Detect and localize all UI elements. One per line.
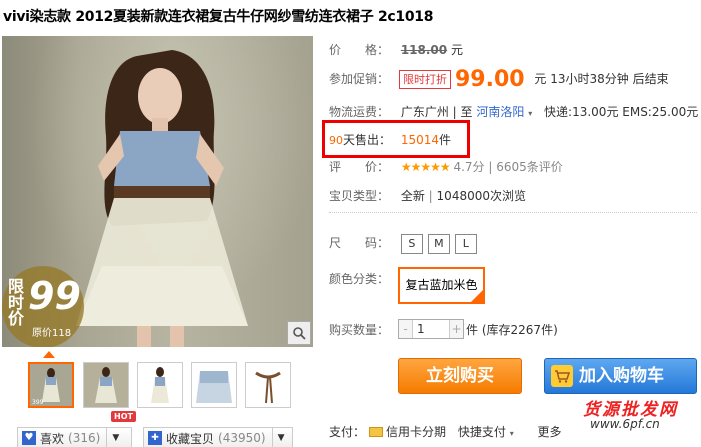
thumbnail-4[interactable] [191,362,237,408]
credit-card-icon [369,427,384,437]
add-to-cart-button[interactable]: 加入购物车 [544,358,697,394]
review-count[interactable]: 6605条评价 [496,160,563,174]
promo-tag: 限时打折 [399,70,451,89]
quantity-decrease[interactable]: - [399,320,413,338]
price-row: 价 格： 118.00 元 [329,43,463,57]
collect-button[interactable]: ✚ 收藏宝贝 (43950) ▼ [143,427,293,447]
quantity-stepper[interactable]: - 1 + [398,319,464,339]
color-option-selected[interactable]: 复古蓝加米色 [398,267,485,304]
sold-count: 15014 [400,133,440,147]
rating-stars: ★★★★★ [400,160,451,174]
rating-row: 评 价： ★★★★★ 4.7分 | 6605条评价 [329,160,563,174]
type-row: 宝贝类型： 全新 | 1048000次浏览 [329,189,526,203]
quantity-input[interactable]: 1 [417,320,425,338]
thumbnail-5[interactable] [245,362,291,408]
shipping-row: 物流运费： 广东广州 | 至 河南洛阳 ▾ 快递:13.00元 EMS:25.0… [329,105,699,119]
size-option-m[interactable]: M [427,234,450,254]
original-price: 118.00 [400,43,448,57]
chevron-down-icon[interactable]: ▾ [510,429,514,438]
heart-icon: ♥ [22,431,36,445]
size-row: 尺 码： SML [329,234,482,254]
svg-text:399: 399 [32,399,44,406]
hot-badge: HOT [111,411,136,422]
chevron-down-icon[interactable]: ▾ [528,109,532,118]
chevron-down-icon[interactable]: ▼ [271,428,290,447]
zoom-icon[interactable] [287,321,311,345]
divider [329,212,697,213]
size-option-s[interactable]: S [400,234,423,254]
main-product-image[interactable]: 限时价 99 原价118 [2,36,313,347]
chevron-down-icon[interactable]: ▼ [106,428,124,447]
buy-now-button[interactable]: 立刻购买 [398,358,522,394]
ship-to-select[interactable]: 河南洛阳 [476,105,524,119]
promo-price: 99.00 [455,67,525,92]
quantity-row: 购买数量： [329,323,390,337]
stock-info: 件 (库存2267件) [466,323,558,337]
countdown: 13小时38分钟 后结束 [550,72,669,86]
promo-row: 参加促销： 限时打折 99.00 元 13小时38分钟 后结束 [329,67,669,92]
quantity-increase[interactable]: + [449,320,463,338]
cart-icon [551,365,573,387]
thumbnail-3[interactable] [137,362,183,408]
like-button[interactable]: ♥ 喜欢 (316) ▼ [17,427,132,447]
thumbnail-1[interactable]: 399 [28,362,74,408]
check-icon [471,271,484,304]
color-row: 颜色分类： [329,272,390,286]
thumbnail-2[interactable] [83,362,129,408]
ship-from: 广东广州 [400,105,449,119]
thumb-active-indicator [43,351,55,358]
limited-price-badge: 限时价 99 原价118 [2,266,84,347]
sold-row: 90天售出： 15014件 [329,133,452,147]
bookmark-icon: ✚ [148,431,162,445]
watermark-url: www.6pf.cn [590,417,660,431]
payment-row: 支付： 信用卡分期 快捷支付 ▾ 更多 [329,425,562,439]
product-title: vivi染志款 2012夏装新款连衣裙复古牛仔网纱雪纺连衣裙子 2c1018 [3,9,434,25]
size-option-l[interactable]: L [454,234,477,254]
